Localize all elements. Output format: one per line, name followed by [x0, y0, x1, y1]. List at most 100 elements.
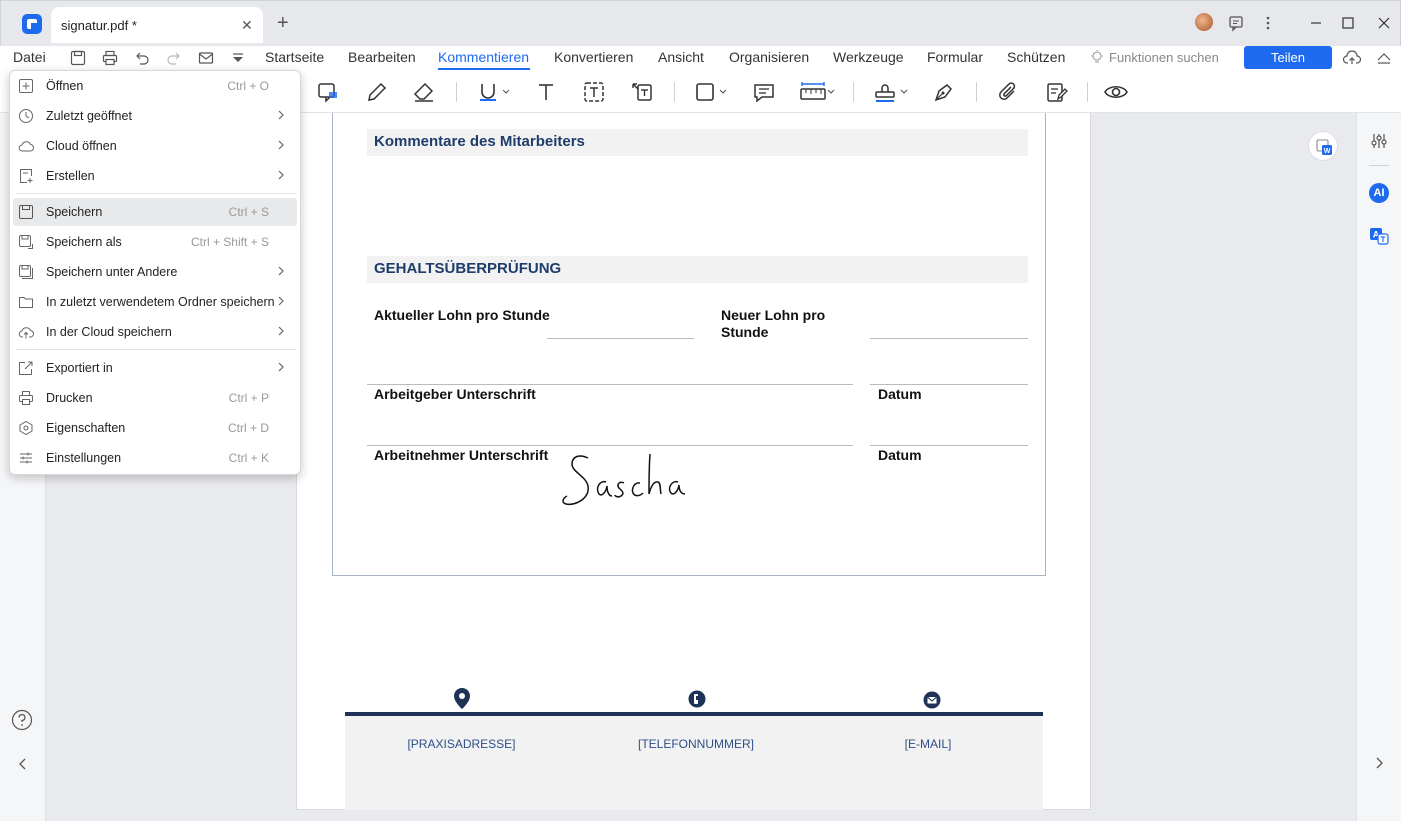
employer-signature-line[interactable]	[367, 384, 853, 385]
menu-item-label: Speichern unter Andere	[46, 265, 178, 279]
menu-organisieren[interactable]: Organisieren	[729, 49, 809, 65]
new-wage-field[interactable]	[870, 338, 1028, 339]
lightbulb-icon	[1089, 49, 1105, 65]
share-button[interactable]: Teilen	[1244, 46, 1332, 69]
date-label-2: Datum	[878, 447, 922, 463]
chevron-right-icon	[275, 108, 287, 122]
menu-item-einstellungen[interactable]: Einstellungen Ctrl + K	[10, 444, 300, 472]
form-edit-icon[interactable]	[1045, 80, 1069, 104]
search-features[interactable]: Funktionen suchen	[1109, 50, 1219, 65]
save-quick-icon[interactable]	[68, 48, 88, 68]
callout-icon[interactable]	[630, 80, 654, 104]
section-title: GEHALTSÜBERPRÜFUNG	[374, 260, 562, 277]
app-logo-icon[interactable]	[22, 14, 42, 34]
more-vertical-icon[interactable]	[1258, 13, 1278, 33]
collapse-left-icon[interactable]	[15, 756, 31, 772]
stamp-icon[interactable]	[873, 80, 911, 104]
menu-item-drucken[interactable]: Drucken Ctrl + P	[10, 384, 300, 412]
new-tab-button[interactable]: +	[277, 13, 289, 33]
menu-item-erstellen[interactable]: Erstellen	[10, 162, 300, 190]
eraser-icon[interactable]	[412, 80, 436, 104]
text-tool-icon[interactable]	[534, 80, 558, 104]
redo-icon[interactable]	[164, 48, 184, 68]
sidebar-separator	[1369, 165, 1389, 166]
chevron-right-icon	[275, 360, 287, 374]
menu-startseite[interactable]: Startseite	[265, 49, 324, 65]
menu-kommentieren[interactable]: Kommentieren	[438, 49, 529, 65]
menu-item-in-der-cloud-speichern[interactable]: In der Cloud speichern	[10, 318, 300, 346]
menu-item-cloud-offnen[interactable]: Cloud öffnen	[10, 132, 300, 160]
handwritten-signature[interactable]	[558, 450, 698, 512]
email-icon	[923, 691, 941, 709]
date-line-1[interactable]	[870, 384, 1028, 385]
menu-item-shortcut: Ctrl + P	[228, 391, 269, 405]
location-pin-icon	[453, 687, 471, 711]
properties-panel-icon[interactable]	[1369, 131, 1389, 151]
text-box-icon[interactable]	[582, 80, 606, 104]
collapse-ribbon-icon[interactable]	[1374, 48, 1394, 68]
current-wage-field[interactable]	[547, 338, 694, 339]
collapse-right-icon[interactable]	[1371, 755, 1387, 771]
maximize-button[interactable]	[1338, 13, 1358, 33]
print-quick-icon[interactable]	[100, 48, 120, 68]
feedback-icon[interactable]	[1226, 13, 1246, 33]
translate-float-button[interactable]: W	[1308, 131, 1338, 161]
menu-item-label: Erstellen	[46, 169, 95, 183]
menu-item-label: In zuletzt verwendetem Ordner speichern	[46, 295, 275, 309]
measure-icon[interactable]	[799, 80, 839, 104]
menu-item-exportiert-in[interactable]: Exportiert in	[10, 354, 300, 382]
mail-icon[interactable]	[196, 48, 216, 68]
menu-schuetzen[interactable]: Schützen	[1007, 49, 1065, 65]
menu-item-shortcut: Ctrl + Shift + S	[190, 235, 269, 249]
undo-icon[interactable]	[132, 48, 152, 68]
menu-file[interactable]: Datei	[13, 49, 46, 65]
save-icon	[18, 204, 34, 220]
chevron-right-icon	[275, 168, 287, 182]
comment-icon[interactable]	[752, 80, 776, 104]
menu-item-label: Zuletzt geöffnet	[46, 109, 132, 123]
menu-item-label: Cloud öffnen	[46, 139, 117, 153]
export-icon	[18, 360, 34, 376]
sticky-note-icon[interactable]	[316, 80, 340, 104]
menu-item-zuletzt-geoffnet[interactable]: Zuletzt geöffnet	[10, 102, 300, 130]
menu-item-speichern[interactable]: Speichern Ctrl + S	[13, 198, 297, 226]
menu-item-eigenschaften[interactable]: Eigenschaften Ctrl + D	[10, 414, 300, 442]
cloud-icon	[18, 138, 34, 154]
menu-item-speichern-unter-andere[interactable]: Speichern unter Andere	[10, 258, 300, 286]
menu-separator	[16, 193, 296, 194]
menu-formular[interactable]: Formular	[927, 49, 983, 65]
underline-icon[interactable]	[476, 80, 512, 104]
current-wage-label: Aktueller Lohn pro Stunde	[374, 307, 550, 323]
chevron-right-icon	[275, 294, 287, 308]
menu-konvertieren[interactable]: Konvertieren	[554, 49, 633, 65]
new-wage-label: Neuer Lohn pro Stunde	[721, 307, 826, 340]
minimize-button[interactable]	[1306, 13, 1326, 33]
toolbar-separator	[1087, 82, 1088, 102]
signature-pen-icon[interactable]	[932, 80, 956, 104]
eye-icon[interactable]	[1103, 80, 1128, 104]
document-tab[interactable]: signatur.pdf * ✕	[51, 7, 263, 43]
menu-item-offnen[interactable]: Öffnen Ctrl + O	[10, 72, 300, 100]
help-icon[interactable]	[11, 709, 33, 731]
pencil-icon[interactable]	[365, 80, 389, 104]
tab-close-icon[interactable]: ✕	[241, 17, 253, 34]
toolbar-separator	[674, 82, 675, 102]
user-avatar[interactable]	[1195, 13, 1213, 31]
employee-signature-line[interactable]	[367, 445, 853, 446]
quick-access-dropdown-icon[interactable]	[228, 48, 248, 68]
shape-icon[interactable]	[694, 80, 730, 104]
menu-bearbeiten[interactable]: Bearbeiten	[348, 49, 416, 65]
attachment-icon[interactable]	[996, 80, 1020, 104]
menu-werkzeuge[interactable]: Werkzeuge	[833, 49, 904, 65]
menu-item-in-zuletzt-verwendetem-ordner-speichern[interactable]: In zuletzt verwendetem Ordner speichern	[10, 288, 300, 316]
ai-assistant-icon[interactable]: AI	[1369, 183, 1389, 203]
close-window-button[interactable]	[1374, 13, 1394, 33]
cloud-upload-icon[interactable]	[1342, 48, 1362, 68]
date-line-2[interactable]	[870, 445, 1028, 446]
menu-item-label: Eigenschaften	[46, 421, 126, 435]
menu-ansicht[interactable]: Ansicht	[658, 49, 704, 65]
translate-icon[interactable]: A	[1369, 226, 1389, 246]
menu-item-speichern-als[interactable]: Speichern als Ctrl + Shift + S	[10, 228, 300, 256]
clock-icon	[18, 108, 34, 124]
menu-item-shortcut: Ctrl + D	[227, 421, 269, 435]
